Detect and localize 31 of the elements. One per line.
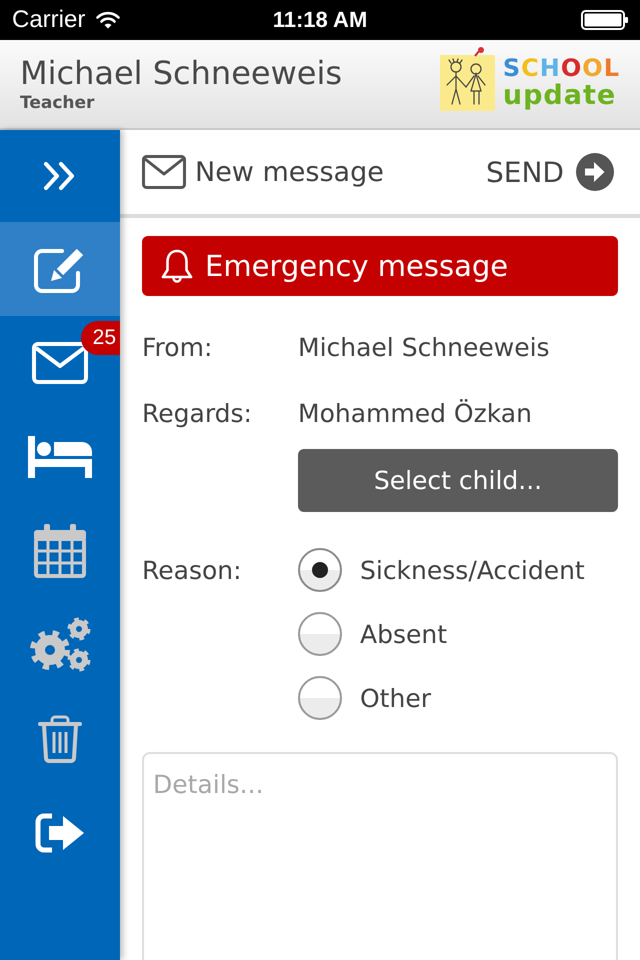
logo-subtitle: update (502, 81, 618, 111)
send-button[interactable]: SEND (486, 153, 614, 191)
bell-icon (160, 248, 194, 284)
option-label[interactable]: Sickness/Accident (360, 556, 585, 584)
carrier-name: Carrier (12, 6, 86, 34)
user-role: Teacher (20, 92, 96, 114)
regards-label: Regards: (142, 398, 253, 428)
details-field[interactable]: Details... (142, 752, 618, 960)
arrow-circle-icon (576, 153, 614, 191)
sidebar-item[interactable] (0, 222, 120, 316)
emergency-button[interactable]: Emergency message (142, 236, 618, 296)
logo-title: SCHOOL (502, 55, 620, 81)
option-label[interactable]: Other (360, 684, 431, 712)
envelope-icon (142, 155, 186, 189)
wifi-icon (96, 11, 120, 29)
radio-button[interactable] (298, 548, 342, 592)
select-child-button[interactable]: Select child... (298, 449, 618, 512)
child-name: Mohammed Özkan (298, 398, 532, 428)
user-name: Michael Schneeweis (20, 54, 342, 92)
sticky-note-drawing (438, 47, 497, 113)
sidebar-item[interactable]: 25 (0, 316, 120, 410)
option-label[interactable]: Absent (360, 620, 448, 648)
radio-button[interactable] (298, 612, 342, 656)
unread-count-badge: 25 (80, 321, 120, 355)
reason-label: Reason: (142, 554, 243, 586)
from-label: From: (142, 332, 214, 362)
radio-button[interactable] (298, 676, 342, 720)
screen-title: New message (195, 156, 384, 188)
clock-time: 11:18 AM (272, 7, 368, 33)
battery-icon (581, 10, 629, 30)
sender-name: Michael Schneeweis (298, 332, 550, 362)
